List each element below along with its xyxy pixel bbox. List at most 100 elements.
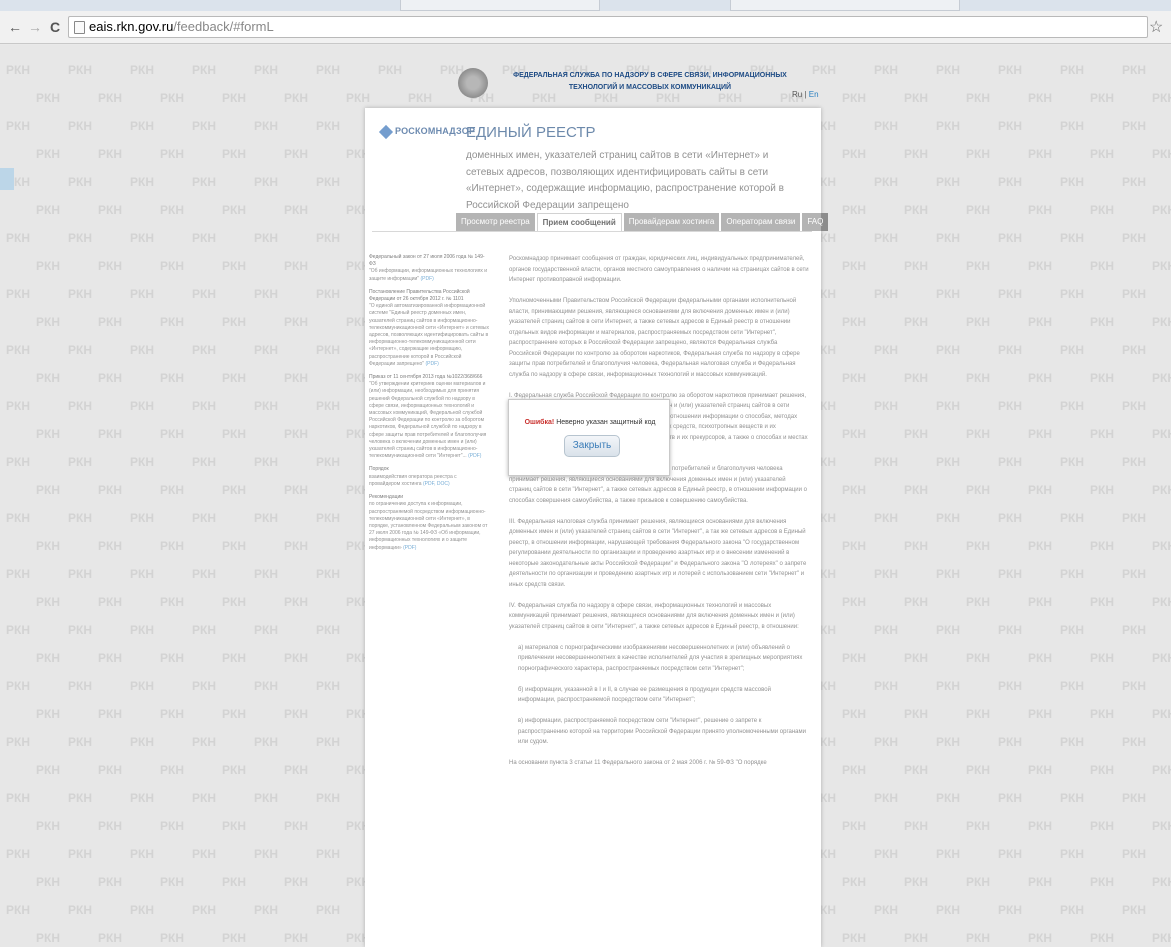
watermark-tile: РКН xyxy=(130,63,154,77)
watermark-tile: РКН xyxy=(98,539,122,553)
watermark-tile: РКН xyxy=(6,903,30,917)
address-bar[interactable]: eais.rkn.gov.ru/feedback/#formL xyxy=(68,16,1148,38)
watermark-tile: РКН xyxy=(1060,791,1084,805)
watermark-tile: РКН xyxy=(222,427,246,441)
browser-tab[interactable] xyxy=(400,0,600,11)
watermark-tile: РКН xyxy=(160,595,184,609)
watermark-tile: РКН xyxy=(316,511,340,525)
watermark-tile: РКН xyxy=(222,483,246,497)
watermark-tile: РКН xyxy=(1122,287,1146,301)
watermark-tile: РКН xyxy=(842,875,866,889)
watermark-tile: РКН xyxy=(254,119,278,133)
watermark-tile: РКН xyxy=(998,567,1022,581)
watermark-tile: РКН xyxy=(874,903,898,917)
watermark-tile: РКН xyxy=(1152,315,1171,329)
watermark-tile: РКН xyxy=(998,231,1022,245)
watermark-tile: РКН xyxy=(98,595,122,609)
watermark-tile: РКН xyxy=(1152,371,1171,385)
watermark-tile: РКН xyxy=(222,259,246,273)
watermark-tile: РКН xyxy=(966,203,990,217)
watermark-tile: РКН xyxy=(222,819,246,833)
watermark-tile: РКН xyxy=(1122,455,1146,469)
watermark-tile: РКН xyxy=(904,931,928,945)
forward-arrow-icon[interactable]: → xyxy=(26,18,44,36)
watermark-tile: РКН xyxy=(192,399,216,413)
watermark-tile: РКН xyxy=(1152,707,1171,721)
watermark-tile: РКН xyxy=(998,399,1022,413)
watermark-tile: РКН xyxy=(254,455,278,469)
watermark-tile: РКН xyxy=(1152,203,1171,217)
watermark-tile: РКН xyxy=(254,623,278,637)
watermark-tile: РКН xyxy=(904,427,928,441)
watermark-tile: РКН xyxy=(130,399,154,413)
watermark-tile: РКН xyxy=(254,847,278,861)
watermark-tile: РКН xyxy=(316,623,340,637)
browser-tab[interactable] xyxy=(730,0,960,11)
watermark-tile: РКН xyxy=(936,903,960,917)
watermark-tile: РКН xyxy=(346,91,370,105)
watermark-tile: РКН xyxy=(1152,931,1171,945)
watermark-tile: РКН xyxy=(160,819,184,833)
watermark-tile: РКН xyxy=(160,875,184,889)
watermark-tile: РКН xyxy=(284,651,308,665)
watermark-tile: РКН xyxy=(966,595,990,609)
watermark-tile: РКН xyxy=(998,511,1022,525)
watermark-tile: РКН xyxy=(98,707,122,721)
watermark-tile: РКН xyxy=(192,679,216,693)
bookmark-star-icon[interactable]: ☆ xyxy=(1149,17,1163,37)
watermark-tile: РКН xyxy=(1090,931,1114,945)
watermark-tile: РКН xyxy=(130,735,154,749)
watermark-tile: РКН xyxy=(966,315,990,329)
watermark-tile: РКН xyxy=(1028,763,1052,777)
agency-title: ФЕДЕРАЛЬНАЯ СЛУЖБА ПО НАДЗОРУ В СФЕРЕ СВ… xyxy=(513,72,787,91)
watermark-tile: РКН xyxy=(998,623,1022,637)
watermark-tile: РКН xyxy=(966,259,990,273)
back-arrow-icon[interactable]: ← xyxy=(6,18,24,36)
watermark-tile: РКН xyxy=(160,371,184,385)
watermark-tile: РКН xyxy=(192,791,216,805)
watermark-tile: РКН xyxy=(316,343,340,357)
watermark-tile: РКН xyxy=(998,735,1022,749)
reload-icon[interactable]: C xyxy=(46,18,64,36)
watermark-tile: РКН xyxy=(36,651,60,665)
watermark-tile: РКН xyxy=(842,315,866,329)
watermark-tile: РКН xyxy=(1090,763,1114,777)
watermark-tile: РКН xyxy=(284,931,308,945)
watermark-tile: РКН xyxy=(98,819,122,833)
watermark-tile: РКН xyxy=(998,847,1022,861)
watermark-tile: РКН xyxy=(904,539,928,553)
watermark-tile: РКН xyxy=(1122,567,1146,581)
watermark-tile: РКН xyxy=(6,287,30,301)
lang-en-link[interactable]: En xyxy=(809,90,819,99)
watermark-tile: РКН xyxy=(98,763,122,777)
watermark-tile: РКН xyxy=(936,567,960,581)
watermark-tile: РКН xyxy=(874,791,898,805)
watermark-tile: РКН xyxy=(998,119,1022,133)
watermark-tile: РКН xyxy=(1152,259,1171,273)
watermark-tile: РКН xyxy=(222,203,246,217)
watermark-tile: РКН xyxy=(6,567,30,581)
watermark-tile: РКН xyxy=(36,819,60,833)
watermark-tile: РКН xyxy=(254,343,278,357)
watermark-tile: РКН xyxy=(284,539,308,553)
watermark-tile: РКН xyxy=(998,903,1022,917)
watermark-tile: РКН xyxy=(1028,819,1052,833)
watermark-tile: РКН xyxy=(36,203,60,217)
watermark-tile: РКН xyxy=(904,91,928,105)
watermark-tile: РКН xyxy=(936,847,960,861)
lang-ru-link[interactable]: Ru xyxy=(792,90,802,99)
close-button[interactable]: Закрыть xyxy=(564,435,620,457)
watermark-tile: РКН xyxy=(284,483,308,497)
watermark-tile: РКН xyxy=(874,511,898,525)
watermark-tile: РКН xyxy=(1122,735,1146,749)
watermark-tile: РКН xyxy=(966,651,990,665)
watermark-tile: РКН xyxy=(284,595,308,609)
watermark-tile: РКН xyxy=(874,679,898,693)
watermark-tile: РКН xyxy=(6,511,30,525)
watermark-tile: РКН xyxy=(6,847,30,861)
watermark-tile: РКН xyxy=(1090,315,1114,329)
watermark-tile: РКН xyxy=(874,343,898,357)
watermark-tile: РКН xyxy=(842,427,866,441)
watermark-tile: РКН xyxy=(36,539,60,553)
watermark-tile: РКН xyxy=(1122,903,1146,917)
